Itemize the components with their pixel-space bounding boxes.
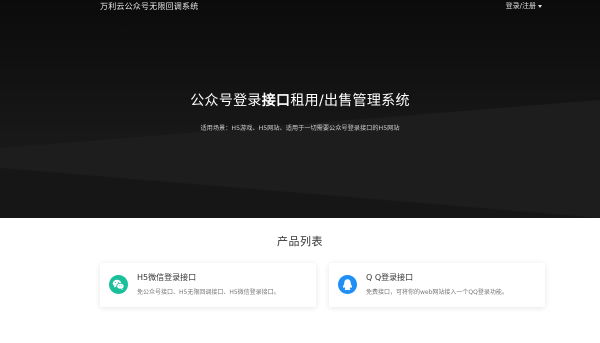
- login-register-dropdown[interactable]: 登录/注册: [506, 1, 542, 11]
- hero-title-text: 公众号登录: [190, 93, 262, 109]
- login-register-label: 登录/注册: [505, 2, 536, 10]
- qq-icon: [338, 275, 357, 294]
- hero-subtitle: 适用场景：H5游戏、H5网站、适用于一切需要公众号登录接口的H5网站: [200, 125, 400, 132]
- brand-name[interactable]: 万利云公众号无限回调系统: [100, 1, 198, 12]
- product-card-description: 免费接口，可将你的web网站接入一个QQ登录功能。: [366, 289, 508, 296]
- wechat-icon: [109, 275, 128, 294]
- product-card-title: Q Q登录接口: [366, 273, 414, 282]
- caret-down-icon: [538, 4, 542, 8]
- top-navbar: 万利云公众号无限回调系统 登录/注册: [0, 0, 600, 14]
- product-list-title: 产品列表: [277, 235, 323, 248]
- product-card-description: 免公众号接口、H5无限回调接口、H5微信登录接口。: [137, 289, 280, 296]
- hero-title: 公众号登录接口租用/出售管理系统: [0, 90, 600, 110]
- hero-title-text: /出售管理系统: [318, 93, 410, 109]
- product-card-qq-login[interactable]: Q Q登录接口 免费接口，可将你的web网站接入一个QQ登录功能。: [329, 263, 545, 307]
- hero-title-text: 租用: [290, 93, 319, 109]
- hero-banner: 万利云公众号无限回调系统 登录/注册 公众号登录接口租用/出售管理系统 适用场景…: [0, 0, 600, 218]
- hero-title-bold: 接口: [261, 93, 291, 109]
- product-card-wechat-login[interactable]: H5微信登录接口 免公众号接口、H5无限回调接口、H5微信登录接口。: [100, 263, 316, 307]
- product-card-title: H5微信登录接口: [137, 273, 197, 282]
